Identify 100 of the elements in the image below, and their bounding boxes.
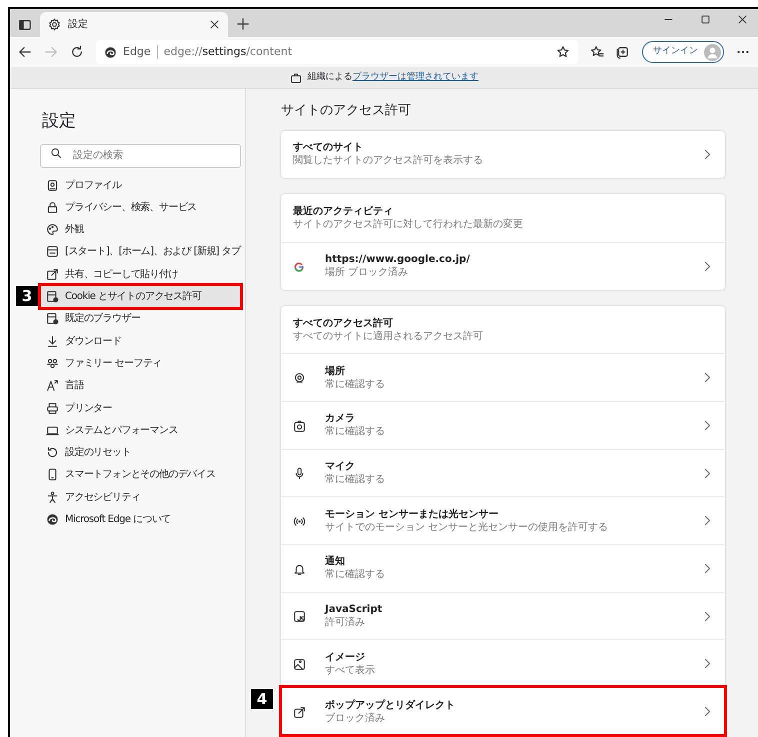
close-icon[interactable] <box>737 14 748 25</box>
settings-row[interactable]: すべてのサイト 閲覧したサイトのアクセス許可を表示する <box>281 130 725 178</box>
collections-icon[interactable] <box>616 45 630 59</box>
family-icon <box>46 356 59 370</box>
row-subtitle: 常に確認する <box>325 473 386 486</box>
sidebar-item[interactable]: スマートフォンとその他のデバイス <box>40 464 241 486</box>
sidebar-item[interactable]: プロファイル <box>40 174 241 196</box>
row-title: 最近のアクティビティ <box>293 205 394 218</box>
download-icon <box>46 334 59 348</box>
profile-icon <box>46 178 59 192</box>
row-title: すべてのサイト <box>293 141 364 154</box>
browser-tab[interactable]: 設定 <box>40 12 228 37</box>
sidebar-item[interactable]: 言語 <box>40 374 241 397</box>
row-subtitle: 常に確認する <box>325 425 386 438</box>
sidebar-item[interactable]: 既定のブラウザー <box>40 308 241 330</box>
tab-actions-icon[interactable] <box>18 18 32 32</box>
chevron-right-icon <box>702 468 713 479</box>
cookie-icon <box>46 290 59 304</box>
settings-row[interactable]: 場所 常に確認する <box>281 353 725 402</box>
address-url: edge://settings/content <box>164 44 292 60</box>
settings-row[interactable]: ポップアップとリダイレクト ブロック済み <box>281 687 725 735</box>
row-subtitle: すべてのサイトに適用されるアクセス許可 <box>293 330 484 342</box>
row-subtitle: サイトのアクセス許可に対して行われた最新の変更 <box>293 218 524 232</box>
image-icon <box>293 658 306 671</box>
settings-row[interactable]: 通知 常に確認する <box>281 544 725 592</box>
chevron-right-icon <box>702 148 713 160</box>
back-icon[interactable] <box>18 45 32 59</box>
row-subtitle: 場所 ブロック済み <box>325 266 410 280</box>
bell-icon <box>293 562 306 576</box>
sidebar-item[interactable]: プライバシー、検索、サービス <box>40 196 241 218</box>
sidebar-item[interactable]: [スタート]、[ホーム]、および [新規] タブ <box>40 240 241 264</box>
settings-row[interactable]: https://www.google.co.jp/ 場所 ブロック済み <box>281 242 725 290</box>
maximize-icon[interactable] <box>700 14 711 25</box>
accessibility-icon <box>46 490 59 504</box>
sidebar-item[interactable]: アクセシビリティ <box>40 486 241 508</box>
browser-brand-label: Edge <box>123 44 151 60</box>
row-subtitle: すべて表示 <box>325 664 376 677</box>
printer-icon <box>46 402 59 414</box>
settings-heading: 設定 <box>42 111 77 132</box>
settings-row[interactable]: モーション センサーまたは光センサー サイトでのモーション センサーと光センサーの使用を許可する <box>281 496 725 544</box>
favorite-add-icon[interactable] <box>556 45 570 59</box>
step-number-badge: 4 <box>251 689 273 710</box>
chevron-right-icon <box>702 372 713 384</box>
chevron-right-icon <box>702 658 713 670</box>
row-title: https://www.google.co.jp/ <box>325 253 471 266</box>
settings-row[interactable]: カメラ 常に確認する <box>281 401 725 449</box>
script-icon <box>293 610 306 624</box>
sensor-icon <box>293 514 306 528</box>
sign-in-button[interactable]: サインイン <box>642 41 724 63</box>
sidebar-item[interactable]: ファミリー セーフティ <box>40 352 241 375</box>
address-bar[interactable]: Edge edge://settings/content <box>96 40 578 64</box>
edge-logo-icon <box>104 46 117 58</box>
chevron-right-icon <box>702 562 713 574</box>
chevron-right-icon <box>702 420 713 431</box>
browser-icon <box>46 312 59 326</box>
sidebar-item[interactable]: Microsoft Edge について <box>40 508 241 531</box>
settings-row[interactable]: JavaScript 許可済み <box>281 592 725 640</box>
reset-icon <box>46 446 59 460</box>
row-title: イメージ <box>325 650 366 664</box>
refresh-icon[interactable] <box>70 45 84 59</box>
row-subtitle: 常に確認する <box>325 568 386 582</box>
row-subtitle: サイトでのモーション センサーと光センサーの使用を許可する <box>325 520 610 534</box>
row-title: すべてのアクセス許可 <box>293 316 394 330</box>
chevron-right-icon <box>702 515 713 526</box>
language-icon <box>46 379 59 392</box>
sidebar-item[interactable]: 設定のリセット <box>40 441 241 464</box>
laptop-icon <box>46 424 59 437</box>
row-title: JavaScript <box>325 603 384 616</box>
sidebar-item[interactable]: プリンター <box>40 396 241 420</box>
sidebar-item[interactable]: システムとパフォーマンス <box>40 419 241 442</box>
search-field[interactable]: 設定の検索 <box>40 144 241 168</box>
google-logo-icon <box>293 260 305 273</box>
sidebar-item[interactable]: ダウンロード <box>40 330 241 352</box>
settings-icon <box>48 18 61 31</box>
search-icon <box>50 147 62 160</box>
phone-icon <box>46 468 59 482</box>
window-icon <box>46 245 59 258</box>
settings-row[interactable]: マイク 常に確認する <box>281 448 725 496</box>
row-subtitle: 許可済み <box>325 616 366 630</box>
lock-icon <box>46 200 59 214</box>
tab-title: 設定 <box>68 18 89 32</box>
share-icon <box>46 268 59 281</box>
settings-row[interactable]: イメージ すべて表示 <box>281 639 725 688</box>
favorites-icon[interactable] <box>590 45 604 59</box>
palette-icon <box>46 223 59 236</box>
sidebar-item[interactable]: Cookie とサイトのアクセス許可 <box>40 285 241 308</box>
row-title: 通知 <box>325 555 346 568</box>
avatar-icon <box>704 44 721 60</box>
location-icon <box>293 372 306 385</box>
sidebar-item[interactable]: 外観 <box>40 218 241 241</box>
step-number-badge: 3 <box>16 286 38 306</box>
sidebar-item[interactable]: 共有、コピーして貼り付け <box>40 263 241 286</box>
microphone-icon <box>293 467 306 480</box>
page-heading: サイトのアクセス許可 <box>281 103 412 119</box>
managed-link[interactable]: ブラウザーは管理されています <box>352 72 478 82</box>
row-title: カメラ <box>325 412 356 426</box>
new-tab-icon[interactable] <box>236 17 250 31</box>
close-icon[interactable] <box>209 19 220 30</box>
popup-icon <box>293 706 306 719</box>
chevron-right-icon <box>702 260 713 272</box>
